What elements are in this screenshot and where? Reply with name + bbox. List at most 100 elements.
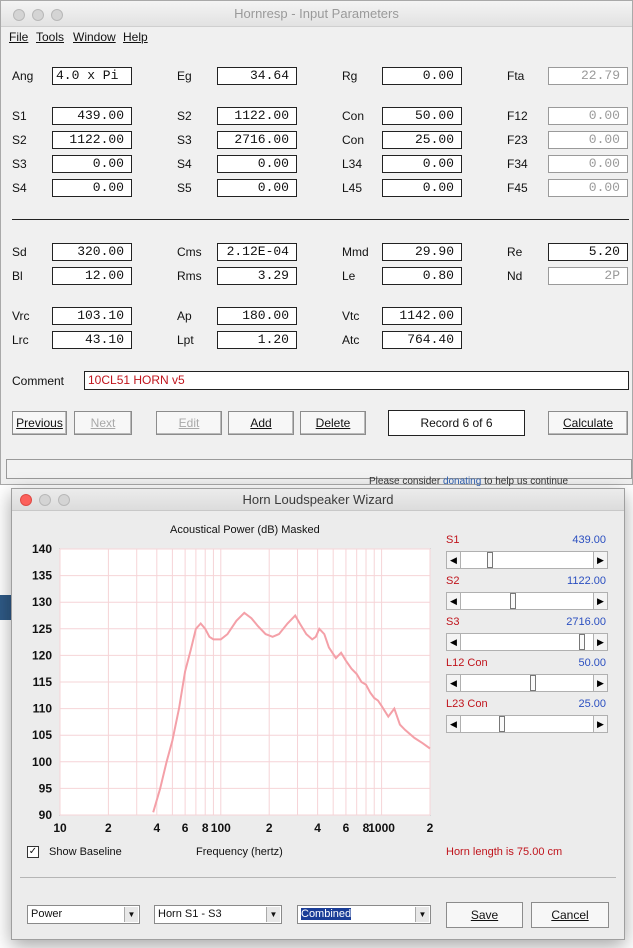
slider-label: L12 Con (446, 657, 488, 669)
slider-left-arrow-icon[interactable]: ◀ (447, 634, 461, 650)
segment-c-field[interactable]: 0.00 (382, 179, 462, 197)
chamber-a-label: Lrc (12, 333, 29, 347)
segment-s-label: S4 (12, 181, 27, 195)
slider-thumb[interactable] (578, 634, 585, 650)
driver-c-label: Mmd (342, 245, 369, 259)
segment-s-field[interactable]: 439.00 (52, 107, 132, 125)
wizard-titlebar: Horn Loudspeaker Wizard (12, 489, 624, 511)
eg-field[interactable]: 34.64 (217, 67, 297, 85)
x-tick-label: 1000 (368, 821, 395, 835)
show-baseline-checkbox[interactable]: ✓ (27, 846, 39, 858)
edit-button[interactable]: Edit (156, 411, 222, 435)
driver-b-field[interactable]: 3.29 (217, 267, 297, 285)
slider-right-arrow-icon[interactable]: ▶ (593, 634, 607, 650)
horn-segment-select[interactable]: Horn S1 - S3 ▼ (154, 905, 282, 924)
menu-tools[interactable]: Tools (36, 30, 64, 44)
next-button[interactable]: Next (74, 411, 132, 435)
chamber-a-field[interactable]: 103.10 (52, 307, 132, 325)
menu-help[interactable]: Help (123, 30, 148, 44)
slider-right-arrow-icon[interactable]: ▶ (593, 675, 607, 691)
segment-s-field[interactable]: 1122.00 (52, 131, 132, 149)
eg-label: Eg (177, 69, 192, 83)
chamber-c-field[interactable]: 764.40 (382, 331, 462, 349)
comment-label: Comment (12, 374, 65, 388)
driver-c-field[interactable]: 29.90 (382, 243, 462, 261)
chamber-b-field[interactable]: 180.00 (217, 307, 297, 325)
previous-button[interactable]: Previous (12, 411, 67, 435)
delete-button[interactable]: Delete (300, 411, 366, 435)
segment-f-field: 0.00 (548, 179, 628, 197)
slider-left-arrow-icon[interactable]: ◀ (447, 593, 461, 609)
zoom-window-icon[interactable] (58, 494, 70, 506)
cancel-button[interactable]: Cancel (531, 902, 609, 928)
slider-thumb[interactable] (499, 716, 506, 732)
segment-c-field[interactable]: 25.00 (382, 131, 462, 149)
segment-t-field[interactable]: 1122.00 (217, 107, 297, 125)
driver-b-field[interactable]: 2.12E-04 (217, 243, 297, 261)
plot-type-select[interactable]: Power ▼ (27, 905, 140, 924)
slider-left-arrow-icon[interactable]: ◀ (447, 552, 461, 568)
minimize-window-icon[interactable] (39, 494, 51, 506)
slider-right-arrow-icon[interactable]: ▶ (593, 552, 607, 568)
segment-c-field[interactable]: 50.00 (382, 107, 462, 125)
donating-link[interactable]: donating (443, 476, 481, 487)
mode-select[interactable]: Combined ▼ (297, 905, 431, 924)
calculate-button[interactable]: Calculate (548, 411, 628, 435)
bg-page-strip (0, 595, 11, 620)
segment-c-label: L34 (342, 157, 363, 171)
slider-left-arrow-icon[interactable]: ◀ (447, 675, 461, 691)
slider-l12[interactable]: ◀ ▶ (446, 674, 608, 692)
segment-s-field[interactable]: 0.00 (52, 155, 132, 173)
segment-t-label: S5 (177, 181, 192, 195)
driver-a-field[interactable]: 12.00 (52, 267, 132, 285)
driver-a-label: Bl (12, 269, 23, 283)
dropdown-arrow-icon[interactable]: ▼ (266, 907, 280, 922)
chamber-a-field[interactable]: 43.10 (52, 331, 132, 349)
chamber-c-field[interactable]: 1142.00 (382, 307, 462, 325)
chamber-b-field[interactable]: 1.20 (217, 331, 297, 349)
slider-left-arrow-icon[interactable]: ◀ (447, 716, 461, 732)
slider-s3[interactable]: ◀ ▶ (446, 633, 608, 651)
menu-window[interactable]: Window (73, 30, 116, 44)
segment-f-field: 0.00 (548, 155, 628, 173)
slider-s2[interactable]: ◀ ▶ (446, 592, 608, 610)
slider-l23[interactable]: ◀ ▶ (446, 715, 608, 733)
slider-right-arrow-icon[interactable]: ▶ (593, 593, 607, 609)
slider-value: 25.00 (578, 698, 606, 710)
slider-thumb[interactable] (510, 593, 517, 609)
slider-label: S3 (446, 616, 460, 628)
slider-s1[interactable]: ◀ ▶ (446, 551, 608, 569)
driver-d-field[interactable]: 5.20 (548, 243, 628, 261)
segment-t-label: S3 (177, 133, 192, 147)
zoom-window-icon[interactable] (51, 9, 63, 21)
comment-field[interactable]: 10CL51 HORN v5 (84, 371, 629, 390)
dropdown-arrow-icon[interactable]: ▼ (415, 907, 429, 922)
segment-t-field[interactable]: 2716.00 (217, 131, 297, 149)
add-button[interactable]: Add (228, 411, 294, 435)
driver-a-field[interactable]: 320.00 (52, 243, 132, 261)
slider-value: 2716.00 (566, 616, 606, 628)
y-tick-label: 110 (33, 702, 53, 716)
dropdown-arrow-icon[interactable]: ▼ (124, 907, 138, 922)
ang-field[interactable]: 4.0 x Pi (52, 67, 132, 85)
rg-field[interactable]: 0.00 (382, 67, 462, 85)
menu-file[interactable]: File (9, 30, 28, 44)
minimize-window-icon[interactable] (32, 9, 44, 21)
save-button[interactable]: Save (446, 902, 523, 928)
slider-thumb[interactable] (486, 552, 493, 568)
slider-right-arrow-icon[interactable]: ▶ (593, 716, 607, 732)
segment-t-field[interactable]: 0.00 (217, 179, 297, 197)
chamber-b-label: Ap (177, 309, 192, 323)
segment-c-field[interactable]: 0.00 (382, 155, 462, 173)
slider-thumb[interactable] (530, 675, 537, 691)
close-window-icon[interactable] (13, 9, 25, 21)
segment-s-field[interactable]: 0.00 (52, 179, 132, 197)
donation-notice-suffix: to help us continue (481, 476, 569, 487)
slider-label: L23 Con (446, 698, 488, 710)
y-tick-label: 120 (32, 648, 52, 662)
x-tick-label: 4 (314, 821, 321, 835)
driver-c-field[interactable]: 0.80 (382, 267, 462, 285)
close-window-icon[interactable] (20, 494, 32, 506)
window-title: Hornresp - Input Parameters (234, 6, 399, 21)
segment-t-field[interactable]: 0.00 (217, 155, 297, 173)
